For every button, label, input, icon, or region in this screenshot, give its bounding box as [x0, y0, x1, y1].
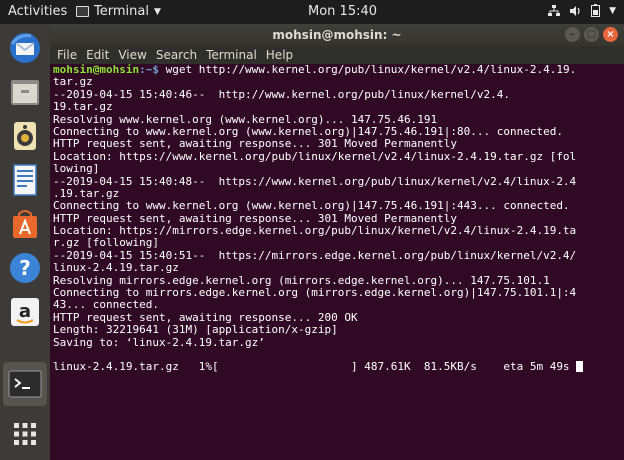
top-bar: Activities Terminal ▼ Mon 15:40 ▼ — [0, 0, 624, 24]
menu-help[interactable]: Help — [266, 46, 293, 64]
menu-view[interactable]: View — [118, 46, 146, 64]
chevron-down-icon: ▼ — [153, 6, 161, 17]
output-line: r.gz [following] — [53, 236, 159, 250]
dock-terminal[interactable] — [3, 362, 47, 406]
menu-bar: File Edit View Search Terminal Help — [50, 46, 624, 64]
document-icon — [13, 164, 37, 196]
command-text: wget http://www.kernel.org/pub/linux/ker… — [158, 63, 577, 76]
menu-file[interactable]: File — [57, 46, 77, 64]
dock-writer[interactable] — [3, 158, 47, 202]
output-line: 43... connected. — [53, 298, 159, 312]
text-cursor — [576, 361, 584, 373]
prompt-user: mohsin@mohsin — [53, 63, 140, 76]
terminal-icon — [8, 370, 42, 398]
dock-help[interactable]: ? — [3, 246, 47, 290]
output-line: 19.tar.gz — [53, 100, 113, 114]
system-menu-chevron-icon: ▼ — [609, 5, 616, 16]
svg-text:?: ? — [19, 256, 31, 280]
dock-software[interactable] — [3, 202, 47, 246]
terminal-output[interactable]: mohsin@mohsin:~$ wget http://www.kernel.… — [50, 63, 624, 460]
file-manager-icon — [11, 80, 39, 105]
maximize-icon[interactable]: □ — [584, 27, 599, 42]
prompt-path: :~$ — [139, 63, 159, 76]
dock-files[interactable] — [3, 70, 47, 114]
battery-icon — [591, 4, 601, 17]
close-icon[interactable]: × — [603, 27, 618, 42]
window-controls: – □ × — [565, 27, 618, 42]
dock: ? a — [0, 24, 50, 460]
dock-show-applications[interactable] — [3, 412, 47, 456]
output-lines: tar.gz --2019-04-15 15:40:46-- http://www… — [53, 75, 624, 361]
svg-text:a: a — [19, 301, 31, 322]
output-line: Location: https://www.kernel.org/pub/lin… — [53, 149, 577, 163]
output-line: linux-2.4.19.tar.gz — [53, 261, 179, 275]
activities-button[interactable]: Activities — [8, 4, 67, 19]
output-line: HTTP request sent, awaiting response... … — [53, 137, 457, 151]
output-line: --2019-04-15 15:40:48-- https://www.kern… — [53, 174, 577, 188]
output-line: Saving to: ‘linux-2.4.19.tar.gz’ — [53, 335, 265, 349]
menu-edit[interactable]: Edit — [86, 46, 109, 64]
window-titlebar[interactable]: mohsin@mohsin: ~ – □ × — [50, 24, 624, 46]
thunderbird-icon — [10, 33, 40, 63]
speaker-icon — [14, 122, 36, 150]
menu-terminal[interactable]: Terminal — [206, 46, 257, 64]
output-line: tar.gz — [53, 75, 93, 89]
output-line: Connecting to www.kernel.org (www.kernel… — [53, 199, 570, 213]
dock-amazon[interactable]: a — [3, 290, 47, 334]
terminal-window: mohsin@mohsin: ~ – □ × File Edit View Se… — [50, 24, 624, 460]
output-line: Length: 32219641 (31M) [application/x-gz… — [53, 323, 338, 337]
progress-line: linux-2.4.19.tar.gz 1%[ ] 487.61K 81.5KB… — [53, 361, 624, 373]
network-icon — [548, 4, 561, 16]
app-menu-label: Terminal — [94, 4, 149, 19]
command-line: mohsin@mohsin:~$ wget http://www.kernel.… — [53, 63, 624, 76]
output-line: lowing] — [53, 162, 100, 176]
clock[interactable]: Mon 15:40 — [308, 4, 377, 19]
system-tray[interactable]: ▼ — [548, 4, 616, 17]
window-title: mohsin@mohsin: ~ — [272, 28, 402, 42]
minimize-icon[interactable]: – — [565, 27, 580, 42]
dock-rhythmbox[interactable] — [3, 114, 47, 158]
shopping-bag-icon — [13, 210, 37, 238]
dock-thunderbird[interactable] — [3, 26, 47, 70]
app-menu[interactable]: Terminal ▼ — [76, 4, 161, 19]
volume-icon — [570, 5, 580, 16]
menu-search[interactable]: Search — [156, 46, 197, 64]
output-line: --2019-04-15 15:40:46-- http://www.kerne… — [53, 87, 510, 101]
app-grid-icon — [14, 423, 36, 445]
amazon-icon: a — [11, 298, 39, 326]
help-icon: ? — [10, 253, 40, 283]
terminal-app-icon — [76, 6, 89, 17]
progress-text: linux-2.4.19.tar.gz 1%[ ] 487.61K 81.5KB… — [53, 360, 577, 374]
